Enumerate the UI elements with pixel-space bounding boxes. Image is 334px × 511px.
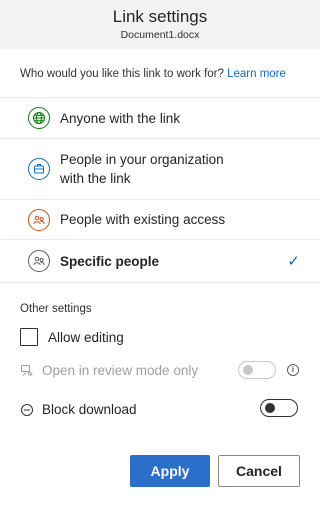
block-download-row: Block download xyxy=(20,402,300,417)
option-people-in-organization[interactable]: People in your organization with the lin… xyxy=(0,138,320,199)
toggle-knob xyxy=(243,365,253,375)
block-icon xyxy=(20,403,34,417)
option-label-line2: with the link xyxy=(60,171,131,186)
allow-editing-checkbox[interactable] xyxy=(20,328,38,346)
review-mode-label: Open in review mode only xyxy=(42,363,199,378)
option-anyone-with-link[interactable]: Anyone with the link xyxy=(0,97,320,138)
people-icon xyxy=(28,208,50,231)
globe-icon xyxy=(28,107,50,129)
link-audience-question: Who would you like this link to work for… xyxy=(20,68,320,80)
info-icon[interactable]: i xyxy=(287,364,299,376)
link-audience-options: Anyone with the link People in your orga… xyxy=(0,97,320,283)
question-text: Who would you like this link to work for… xyxy=(20,68,224,80)
document-name: Document1.docx xyxy=(120,29,200,41)
allow-editing-label: Allow editing xyxy=(48,329,124,345)
option-label-line1: People in your organization xyxy=(60,152,224,167)
option-label: People with existing access xyxy=(60,212,226,227)
option-label: Specific people xyxy=(60,253,160,269)
review-mode-toggle[interactable] xyxy=(238,361,276,379)
people-icon xyxy=(28,250,50,272)
option-people-with-existing-access[interactable]: People with existing access xyxy=(0,199,320,239)
option-specific-people[interactable]: Specific people ✓ xyxy=(0,239,320,283)
learn-more-link[interactable]: Learn more xyxy=(227,68,286,80)
block-download-toggle[interactable] xyxy=(260,399,298,417)
apply-button[interactable]: Apply xyxy=(130,455,210,487)
cancel-button[interactable]: Cancel xyxy=(218,455,300,487)
checkmark-icon: ✓ xyxy=(287,253,300,270)
toggle-knob xyxy=(265,403,275,413)
dialog-header: Link settings Document1.docx xyxy=(0,0,320,49)
block-download-label: Block download xyxy=(42,402,137,417)
allow-editing-row: Allow editing xyxy=(20,328,300,346)
option-label: People in your organization with the lin… xyxy=(60,150,224,188)
review-mode-icon xyxy=(20,364,34,378)
dialog-title: Link settings xyxy=(112,7,208,26)
other-settings-heading: Other settings xyxy=(20,303,92,315)
building-icon xyxy=(28,158,50,180)
option-label: Anyone with the link xyxy=(60,110,181,126)
link-settings-dialog: Link settings Document1.docx Who would y… xyxy=(0,0,320,511)
